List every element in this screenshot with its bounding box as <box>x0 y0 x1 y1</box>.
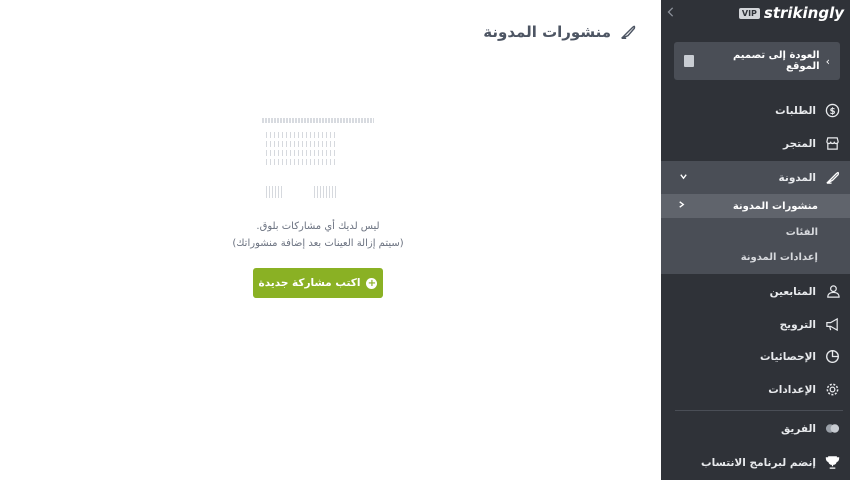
sidebar-item-affiliate[interactable]: إنضم لبرنامج الانتساب <box>661 446 850 479</box>
empty-state: ليس لديك أي مشاركات بلوق. (سيتم إزالة ال… <box>180 118 456 298</box>
sidebar-subitem-blog-posts[interactable]: منشورات المدونة <box>661 194 850 218</box>
sidebar-item-label: إنضم لبرنامج الانتساب <box>701 456 816 469</box>
sidebar-item-label: المتجر <box>783 137 816 150</box>
empty-message: ليس لديك أي مشاركات بلوق. (سيتم إزالة ال… <box>232 218 403 252</box>
sidebar-item-team[interactable]: الفريق <box>661 412 850 445</box>
plus-circle-icon: + <box>366 277 378 289</box>
chevron-left-icon: ‹ <box>825 54 830 68</box>
sidebar-item-label: الإحصائيات <box>760 350 816 363</box>
new-post-button[interactable]: + اكتب مشاركة جديدة <box>253 268 383 298</box>
chevron-down-icon <box>679 172 688 184</box>
sidebar-item-followers[interactable]: المتابعين <box>661 275 850 308</box>
page-title: منشورات المدونة <box>483 23 611 41</box>
logo[interactable]: VIP strikingly <box>738 3 844 23</box>
gear-icon <box>824 382 840 398</box>
sidebar-item-label: المدونة <box>778 171 816 184</box>
pie-chart-icon <box>824 349 840 365</box>
logo-text: strikingly <box>763 4 844 22</box>
sidebar-item-orders[interactable]: $ الطلبات <box>661 94 850 127</box>
sidebar-item-blog[interactable]: المدونة <box>661 161 850 194</box>
subitem-label: إعدادات المدونة <box>740 251 818 263</box>
subitem-label: الفئات <box>785 226 818 238</box>
quill-icon <box>824 170 840 186</box>
sidebar-divider <box>675 410 843 411</box>
vip-badge: VIP <box>738 7 760 19</box>
quill-icon <box>621 25 636 40</box>
team-icon <box>824 421 840 437</box>
back-to-site-editor-button[interactable]: ‹ العودة إلى تصميم الموقع <box>674 42 840 80</box>
collapse-sidebar-icon[interactable] <box>666 6 678 20</box>
dollar-circle-icon: $ <box>824 103 840 119</box>
sidebar-item-label: الطلبات <box>775 104 816 117</box>
sidebar-subitem-categories[interactable]: الفئات <box>661 220 850 244</box>
sidebar-item-label: الفريق <box>780 422 816 435</box>
new-post-label: اكتب مشاركة جديدة <box>258 277 361 289</box>
svg-text:$: $ <box>829 106 835 116</box>
sidebar: VIP strikingly ‹ العودة إلى تصميم الموقع… <box>661 0 850 480</box>
main-content: منشورات المدونة ليس لديك أي مشاركات بلوق… <box>0 0 661 480</box>
blog-submenu: منشورات المدونة الفئات إعدادات المدونة <box>661 194 850 274</box>
empty-line-1: ليس لديك أي مشاركات بلوق. <box>256 221 380 232</box>
page-header: منشورات المدونة <box>483 20 637 44</box>
sidebar-item-label: المتابعين <box>769 285 816 298</box>
sidebar-subitem-blog-settings[interactable]: إعدادات المدونة <box>661 245 850 269</box>
empty-line-2: (سيتم إزالة العينات بعد إضافة منشوراتك) <box>232 238 404 249</box>
trophy-icon <box>824 455 840 471</box>
megaphone-icon <box>824 317 840 333</box>
sidebar-item-label: الإعدادات <box>768 383 816 396</box>
people-icon <box>824 284 840 300</box>
document-icon <box>684 55 694 67</box>
empty-illustration <box>262 118 374 200</box>
sidebar-item-promotion[interactable]: الترويج <box>661 308 850 341</box>
back-label: العودة إلى تصميم الموقع <box>732 50 820 72</box>
chevron-right-icon <box>677 200 686 212</box>
sidebar-item-store[interactable]: المتجر <box>661 127 850 160</box>
subitem-label: منشورات المدونة <box>732 200 818 212</box>
sidebar-item-statistics[interactable]: الإحصائيات <box>661 340 850 373</box>
sidebar-item-settings[interactable]: الإعدادات <box>661 373 850 406</box>
sidebar-item-label: الترويج <box>779 318 816 331</box>
store-icon <box>824 136 840 152</box>
